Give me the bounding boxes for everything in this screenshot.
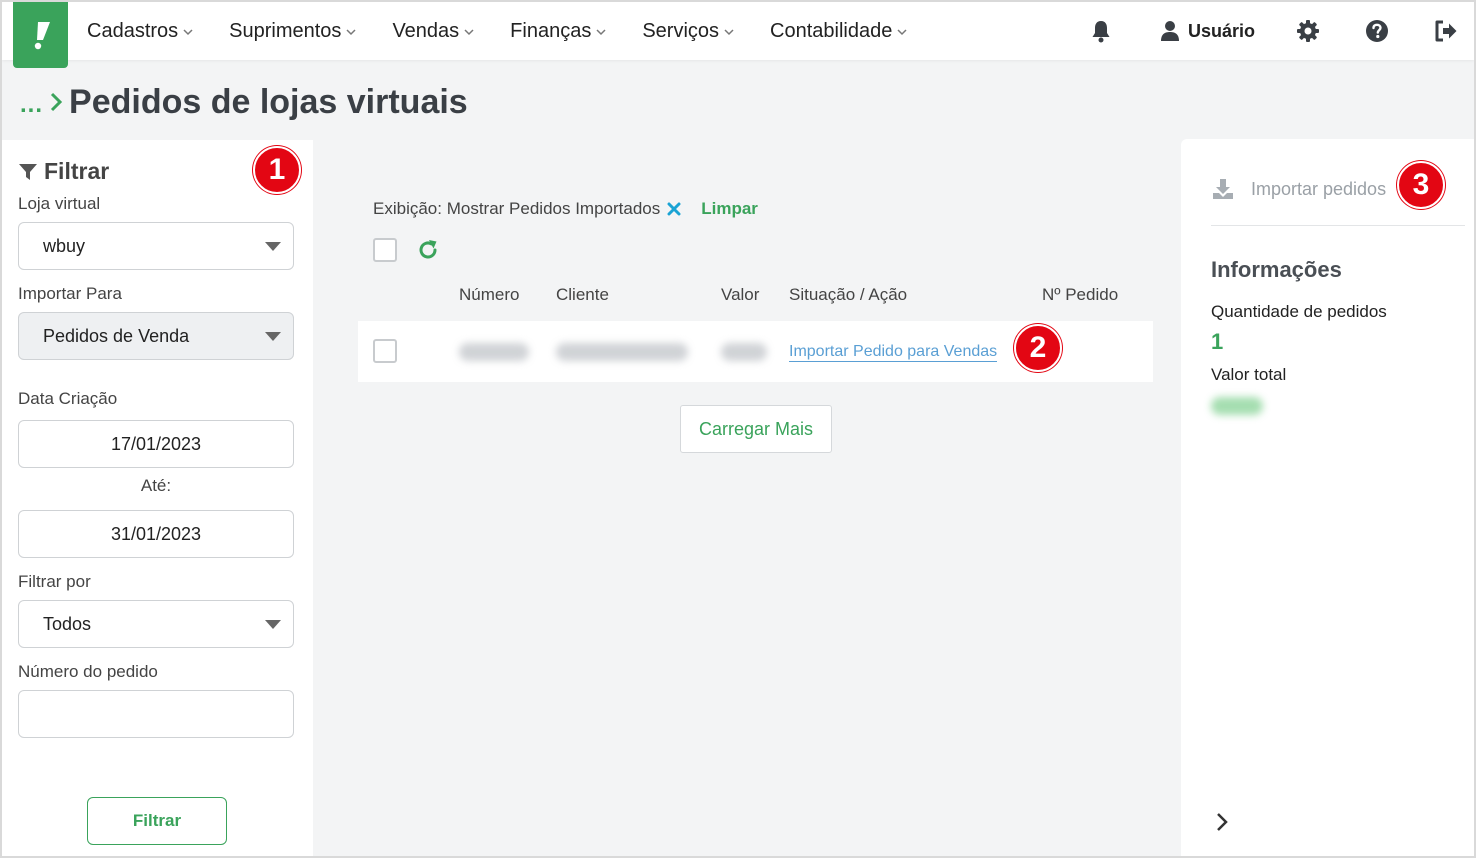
app-logo[interactable] [13,2,68,68]
loja-virtual-select[interactable]: wbuy [18,222,294,270]
filter-heading: Filtrar [18,158,109,185]
chevron-right-icon[interactable] [1215,811,1229,833]
numero-pedido-input[interactable] [18,690,294,738]
user-name: Usuário [1188,20,1256,41]
callout-marker-3: 3 [1397,161,1445,209]
menu-contabilidade[interactable]: Contabilidade [770,20,907,43]
data-criacao-label: Data Criação [18,389,118,408]
import-order-link[interactable]: Importar Pedido para Vendas [789,343,998,362]
filtrar-por-select[interactable]: Todos [18,600,294,648]
top-navbar: Cadastros Suprimentos Vendas Finanças Se… [2,2,1474,68]
column-cliente: Cliente [556,285,609,304]
user-menu[interactable]: Usuário [1160,2,1255,60]
menu-servicos[interactable]: Serviços [642,20,734,43]
menu-label: Cadastros [87,19,179,42]
chevron-right-icon [50,92,63,112]
help-button[interactable] [1364,2,1390,60]
breadcrumb-ellipsis[interactable]: ... [20,91,43,119]
info-title: Informações [1211,257,1342,282]
importar-para-select[interactable]: Pedidos de Venda [18,312,294,360]
loja-virtual-label: Loja virtual [18,194,101,213]
chevron-down-icon [183,29,193,36]
clear-link[interactable]: Limpar [701,199,758,219]
row-checkbox[interactable] [373,339,397,363]
import-orders-button[interactable]: Importar pedidos [1211,177,1386,201]
breadcrumb: ... Pedidos de lojas virtuais [20,82,468,122]
callout-marker-1: 1 [253,146,301,194]
callout-marker-2: 2 [1014,324,1062,372]
filter-icon [19,163,37,180]
date-from-input[interactable]: 17/01/2023 [18,420,294,468]
blurred-order-value [721,343,767,361]
select-all-checkbox[interactable] [373,238,397,262]
page-title: Pedidos de lojas virtuais [69,82,468,121]
question-circle-icon [1366,20,1388,42]
menu-cadastros[interactable]: Cadastros [87,20,193,43]
filter-panel: Filtrar Loja virtual wbuy Importar Para … [2,140,313,856]
sign-out-icon [1435,20,1457,42]
divider [1211,225,1465,226]
info-panel: Importar pedidos Informações Quantidade … [1181,139,1474,856]
chevron-down-icon [346,29,356,36]
filtrar-button[interactable]: Filtrar [87,797,227,845]
importar-para-label: Importar Para [18,284,122,303]
chevron-down-icon [897,29,907,36]
filtrar-por-value: Todos [43,613,92,634]
column-numero-pedido: Nº Pedido [1042,285,1119,304]
chevron-down-icon [596,29,606,36]
menu-label: Vendas [392,19,460,42]
bell-icon [1092,21,1110,43]
display-filter-bar: Exibição: Mostrar Pedidos Importados Lim… [373,198,758,220]
ate-label: Até: [140,476,172,495]
menu-label: Suprimentos [229,19,342,42]
load-more-button[interactable]: Carregar Mais [680,405,832,453]
caret-down-icon [265,332,281,341]
loja-virtual-value: wbuy [43,235,86,256]
display-filter-text: Exibição: Mostrar Pedidos Importados [373,199,661,218]
quantity-label: Quantidade de pedidos [1211,302,1387,321]
settings-button[interactable] [1295,2,1321,60]
filtrar-por-label: Filtrar por [18,572,91,591]
gear-icon [1297,20,1319,42]
filter-title: Filtrar [44,158,110,184]
download-icon [1213,179,1233,199]
menu-label: Contabilidade [770,19,893,42]
date-to-value: 31/01/2023 [110,523,202,544]
column-situacao-acao: Situação / Ação [789,285,908,304]
chevron-down-icon [464,29,474,36]
menu-vendas[interactable]: Vendas [392,20,474,43]
column-numero: Número [459,285,520,304]
menu-suprimentos[interactable]: Suprimentos [229,20,356,43]
main-menu: Cadastros Suprimentos Vendas Finanças Se… [87,2,943,60]
caret-down-icon [265,242,281,251]
import-orders-label: Importar pedidos [1251,178,1387,199]
quantity-value: 1 [1211,329,1224,354]
notifications-button[interactable] [1088,2,1114,60]
logo-exclamation-icon [34,22,50,50]
caret-down-icon [265,620,281,629]
chevron-down-icon [724,29,734,36]
close-icon[interactable] [667,202,681,216]
date-to-input[interactable]: 31/01/2023 [18,510,294,558]
menu-financas[interactable]: Finanças [510,20,606,43]
menu-label: Finanças [510,19,592,42]
logout-button[interactable] [1433,2,1459,60]
blurred-client-name [556,343,688,361]
menu-label: Serviços [642,19,720,42]
user-icon [1161,21,1179,41]
blurred-total-value [1211,397,1263,415]
date-from-value: 17/01/2023 [110,433,202,454]
importar-para-value: Pedidos de Venda [43,325,190,346]
total-value-label: Valor total [1211,365,1287,384]
blurred-order-number [459,343,529,361]
refresh-icon[interactable] [416,238,440,262]
column-valor: Valor [721,285,760,304]
numero-pedido-label: Número do pedido [18,662,158,681]
